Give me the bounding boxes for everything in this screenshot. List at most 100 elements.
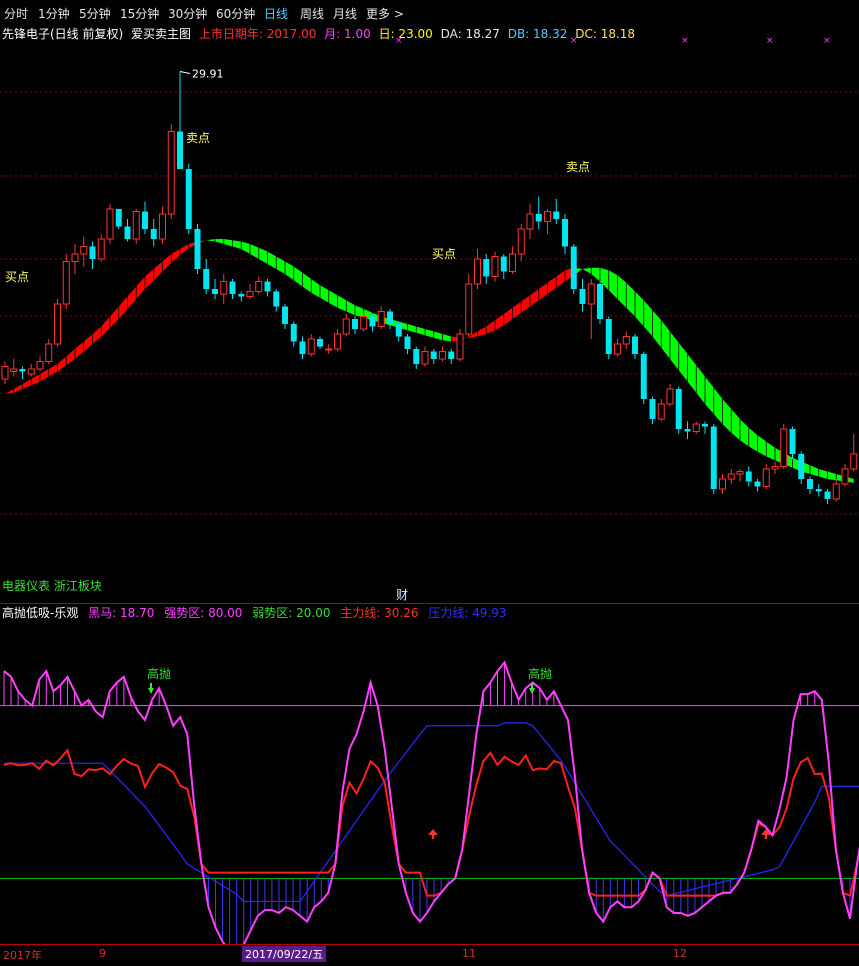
candle-body <box>255 281 263 292</box>
oscillator-chart[interactable]: 高抛 高抛 <box>0 604 859 944</box>
candle-body <box>220 281 228 295</box>
ribbon-segment <box>530 289 539 307</box>
strong-zone-label: 强势区: 80.00 <box>164 606 243 620</box>
ribbon-segment <box>503 307 513 326</box>
tab-8[interactable]: 月线 <box>333 5 357 22</box>
candle-body <box>273 291 280 307</box>
ribbon-segment <box>757 435 767 457</box>
tab-0[interactable]: 分时 <box>4 5 28 22</box>
candle-body <box>404 336 411 349</box>
candle-body <box>509 253 516 272</box>
tab-1[interactable]: 1分钟 <box>38 5 70 22</box>
candle-body <box>535 214 542 222</box>
tab-3[interactable]: 15分钟 <box>120 5 159 22</box>
candle-body <box>562 219 568 247</box>
top-x-marker: × <box>395 36 403 46</box>
candle-body <box>115 209 122 227</box>
tab-7[interactable]: 周线 <box>300 5 324 22</box>
candle-body <box>517 228 525 255</box>
ribbon-segment <box>722 399 732 433</box>
candle-body <box>798 454 805 479</box>
candle-body <box>430 351 437 359</box>
period-tab-bar: 分时 1分钟 5分钟 15分钟 30分钟 60分钟 日线 周线 月线 更多 > <box>0 0 859 24</box>
ribbon-segment <box>635 291 644 327</box>
candle-body <box>167 131 175 215</box>
ribbon-segment <box>57 356 67 372</box>
candle-body <box>579 289 586 304</box>
candle-body <box>649 399 656 419</box>
main-line-label: 主力线: 30.26 <box>340 606 419 620</box>
candle-body <box>45 343 53 362</box>
candle-body <box>212 289 218 294</box>
tab-9[interactable]: 更多 > <box>366 5 404 22</box>
candlestick-chart[interactable]: 29.91 买点 卖点买点 卖点 × × × × × <box>0 24 859 604</box>
candle-body <box>282 306 288 324</box>
candle-body <box>526 213 534 230</box>
ribbon-segment <box>477 326 487 337</box>
ribbon-segment <box>110 306 119 328</box>
candle-body <box>597 284 603 319</box>
ribbon-segment <box>48 364 58 377</box>
ribbon-segment <box>731 409 740 441</box>
ribbon-segment <box>582 267 592 274</box>
ribbon-segment <box>713 387 723 424</box>
candles <box>1 71 858 504</box>
candle-body <box>185 169 192 229</box>
candle-body <box>614 343 621 355</box>
candle-body <box>807 479 813 489</box>
candle-body <box>325 348 333 351</box>
candle-body <box>264 281 271 292</box>
ribbon-segment <box>31 374 40 386</box>
finance-icon[interactable]: 财 <box>396 586 408 603</box>
top-x-marker: × <box>681 36 689 46</box>
candle-body <box>395 324 402 337</box>
candle-body <box>544 211 551 222</box>
candle-body <box>684 429 691 432</box>
signal-buy2: 买点 <box>432 247 456 261</box>
candle-body <box>771 466 779 470</box>
sector-label[interactable]: 电器仪表 浙江板块 <box>2 577 102 594</box>
ribbon-segment <box>608 270 618 299</box>
sub-indicator-name[interactable]: 高抛低吸-乐观 <box>2 606 78 620</box>
tab-4[interactable]: 30分钟 <box>168 5 207 22</box>
candle-body <box>570 246 577 289</box>
candle-body <box>832 483 840 500</box>
candle-body <box>142 211 148 229</box>
ribbon-segment <box>538 282 548 301</box>
tab-5[interactable]: 60分钟 <box>216 5 255 22</box>
ribbon-segment <box>276 256 285 274</box>
ribbon-segment <box>250 244 259 259</box>
candle-body <box>762 468 770 487</box>
ribbon-segment <box>171 249 180 263</box>
ribbon-segment <box>442 334 452 342</box>
ribbon-segment <box>547 276 557 294</box>
candle-body <box>1 366 9 380</box>
signal-sell1: 卖点 <box>186 131 210 145</box>
ribbon-segment <box>40 369 49 382</box>
candle-body <box>10 368 18 372</box>
ribbon-segment <box>678 342 688 382</box>
ribbon-segment <box>215 239 224 244</box>
ribbon-segment <box>101 316 110 337</box>
ribbon-segment <box>766 441 775 461</box>
date-label-dec: 12 <box>673 947 687 960</box>
candle-body <box>387 311 393 324</box>
candle-body <box>132 211 140 240</box>
candle-body <box>657 403 665 420</box>
candle-body <box>841 468 849 485</box>
candle-body <box>159 213 166 240</box>
candle-body <box>780 428 788 467</box>
date-axis[interactable]: 2017年 9 2017/09/22/五 11 12 <box>0 944 859 966</box>
candle-body <box>815 489 822 492</box>
candle-body <box>824 491 831 499</box>
tab-2[interactable]: 5分钟 <box>79 5 111 22</box>
ribbon-segment <box>425 329 434 338</box>
ribbon-segment <box>153 261 163 281</box>
candle-body <box>342 318 350 335</box>
high-marker-arrow <box>179 71 191 74</box>
ribbon-segment <box>748 427 758 452</box>
candle-body <box>150 229 157 239</box>
tab-6[interactable]: 日线 <box>264 5 288 22</box>
ribbon-segment <box>285 261 294 281</box>
candle-body <box>456 333 464 360</box>
